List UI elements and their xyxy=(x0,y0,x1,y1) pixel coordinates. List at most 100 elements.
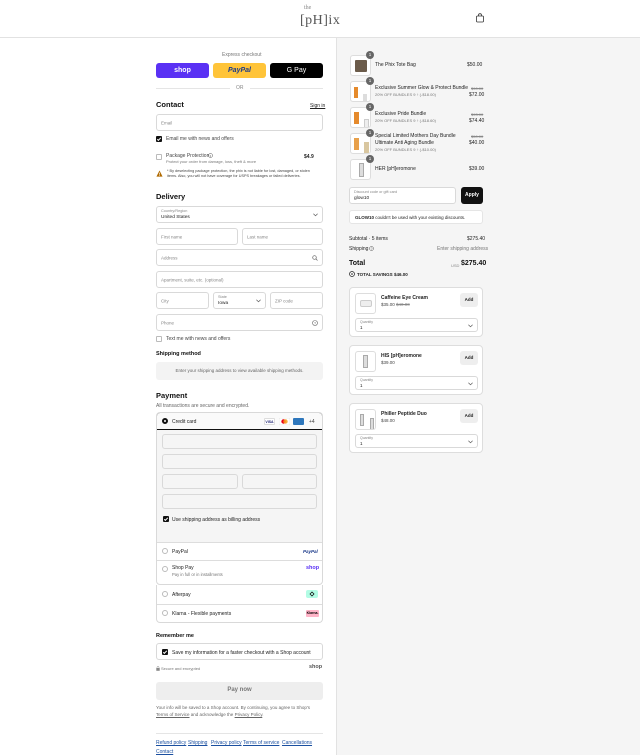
quantity-badge: 1 xyxy=(366,77,374,85)
upsell-card: Philler Peptide Duo $48.00 Add Quantity … xyxy=(349,403,483,453)
shop-pay-option[interactable]: Shop Pay xyxy=(172,565,194,571)
lock-icon xyxy=(156,666,160,671)
afterpay-option[interactable]: Afterpay xyxy=(172,592,191,598)
billing-same-checkbox[interactable] xyxy=(163,516,169,522)
item-name: Special Limited Mothers Day Bundle xyxy=(375,133,456,139)
shipping-link[interactable]: Shipping xyxy=(188,740,207,746)
card-number-field[interactable] xyxy=(162,434,317,449)
info-icon[interactable]: ? xyxy=(369,246,374,251)
discount-code-field[interactable]: Discount code or gift card glow10 xyxy=(349,187,456,204)
chevron-down-icon xyxy=(256,299,261,303)
upsell-thumbnail xyxy=(355,351,376,372)
card-holder-field[interactable] xyxy=(162,494,317,509)
email-news-checkbox[interactable] xyxy=(156,136,162,142)
google-pay-button[interactable]: G Pay xyxy=(270,63,323,78)
last-name-field[interactable]: Last name xyxy=(242,228,323,245)
item-name: HER [pH]eromone xyxy=(375,166,416,172)
upsell-quantity-select[interactable]: Quantity 1 xyxy=(355,434,478,448)
item-name: The Phix Tote Bag xyxy=(375,62,416,68)
upsell-thumbnail xyxy=(355,409,376,430)
item-discount: 20% OFF BUNDLES 9 ↑ (-$10.00) xyxy=(375,147,436,152)
chevron-down-icon xyxy=(468,324,473,328)
state-select[interactable]: State Iowa xyxy=(213,292,266,309)
upsell-add-button[interactable]: Add xyxy=(460,293,478,307)
card-cvv-field[interactable] xyxy=(242,474,317,489)
card-expiry-field[interactable] xyxy=(162,474,238,489)
paypal-radio[interactable] xyxy=(162,548,168,554)
quantity-badge: 1 xyxy=(366,129,374,137)
contact-link[interactable]: Contact xyxy=(156,749,173,755)
discount-error: GLOW10 couldn't be used with your existi… xyxy=(349,210,483,224)
shop-pay-button[interactable]: shop xyxy=(156,63,209,78)
secure-label: Secure and encrypted xyxy=(161,666,201,671)
upsell-price: $39.00 xyxy=(381,360,395,365)
shipping-method-placeholder: Enter your shipping address to view avai… xyxy=(156,362,323,380)
subtotal-value: $275.40 xyxy=(467,236,486,242)
upsell-price: $35.00 $40.00 xyxy=(381,302,410,307)
upsell-card: Caffeine Eye Cream $35.00 $40.00 Add Qua… xyxy=(349,287,483,337)
credit-card-option[interactable]: Credit card VISA +4 xyxy=(157,413,322,430)
upsell-card: HIS [pH]eromone $39.00 Add Quantity 1 xyxy=(349,345,483,395)
upsell-add-button[interactable]: Add xyxy=(460,409,478,423)
city-field[interactable]: City xyxy=(156,292,209,309)
info-icon[interactable] xyxy=(208,153,213,158)
payment-heading: Payment xyxy=(156,391,188,400)
or-divider: OR xyxy=(236,85,244,91)
contact-heading: Contact xyxy=(156,100,184,109)
store-logo[interactable]: the [pH]ix xyxy=(300,5,340,29)
save-info-checkbox[interactable] xyxy=(162,649,168,655)
pay-now-button[interactable]: Pay now xyxy=(156,682,323,700)
protection-warning: * By deselecting package protection, the… xyxy=(167,169,310,178)
shop-pay-radio[interactable] xyxy=(162,566,168,572)
upsell-add-button[interactable]: Add xyxy=(460,351,478,365)
total-value: $275.40 xyxy=(461,260,487,267)
upsell-name: Caffeine Eye Cream xyxy=(381,295,428,301)
item-old-price: $50.00 xyxy=(471,134,484,139)
item-price: $50.00 xyxy=(467,62,483,68)
item-price: $40.00 xyxy=(469,140,485,146)
package-protection-price: $4.9 xyxy=(304,154,314,160)
apartment-field[interactable]: Apartment, suite, etc. (optional) xyxy=(156,271,323,288)
text-news-checkbox[interactable] xyxy=(156,336,162,342)
apply-button[interactable]: Apply xyxy=(461,187,483,204)
shopping-bag-icon[interactable] xyxy=(475,13,485,23)
first-name-field[interactable]: First name xyxy=(156,228,238,245)
card-form: Use shipping address as billing address xyxy=(157,430,322,542)
help-icon[interactable]: ? xyxy=(312,320,318,326)
terms-of-service-link[interactable]: Terms of service xyxy=(243,740,279,746)
chevron-down-icon xyxy=(468,440,473,444)
klarna-option[interactable]: Klarna - Flexible payments xyxy=(172,611,231,617)
country-select[interactable]: Country/Region United States xyxy=(156,206,323,223)
klarna-radio[interactable] xyxy=(162,610,168,616)
upsell-quantity-select[interactable]: Quantity 1 xyxy=(355,318,478,332)
item-price: $74.40 xyxy=(469,118,485,124)
zip-field[interactable]: ZIP code xyxy=(270,292,323,309)
phone-field[interactable]: Phone ? xyxy=(156,314,323,331)
quantity-badge: 1 xyxy=(366,103,374,111)
header: the [pH]ix xyxy=(0,0,640,38)
paypal-option[interactable]: PayPal xyxy=(172,549,188,555)
save-info-label: Save my information for a faster checkou… xyxy=(172,650,311,656)
package-protection-checkbox[interactable] xyxy=(156,154,162,160)
refund-policy-link[interactable]: Refund policy xyxy=(156,740,186,746)
item-name: Exclusive Pride Bundle xyxy=(375,111,427,117)
paypal-button[interactable]: PayPal xyxy=(213,63,266,78)
cancellations-link[interactable]: Cancellations xyxy=(282,740,312,746)
quantity-badge: 1 xyxy=(366,51,374,59)
upsell-quantity-select[interactable]: Quantity 1 xyxy=(355,376,478,390)
afterpay-radio[interactable] xyxy=(162,591,168,597)
remember-me-box: Save my information for a faster checkou… xyxy=(156,643,323,660)
privacy-policy-link[interactable]: Privacy policy xyxy=(211,740,242,746)
card-name-field[interactable] xyxy=(162,454,317,469)
address-field[interactable]: Address xyxy=(156,249,323,266)
shop-privacy-link[interactable]: Privacy Policy xyxy=(235,712,263,717)
checkout-form: Express checkout shop PayPal G Pay OR Co… xyxy=(0,38,336,755)
shipping-value: Enter shipping address xyxy=(437,246,489,252)
shop-terms-link[interactable]: Terms of Service xyxy=(156,712,190,717)
total-label: Total xyxy=(349,260,366,267)
mastercard-icon xyxy=(279,418,290,425)
logo-the: the xyxy=(304,5,312,11)
email-field[interactable]: Email xyxy=(156,114,323,131)
credit-card-radio[interactable] xyxy=(162,418,168,424)
sign-in-link[interactable]: Sign in xyxy=(310,103,325,109)
